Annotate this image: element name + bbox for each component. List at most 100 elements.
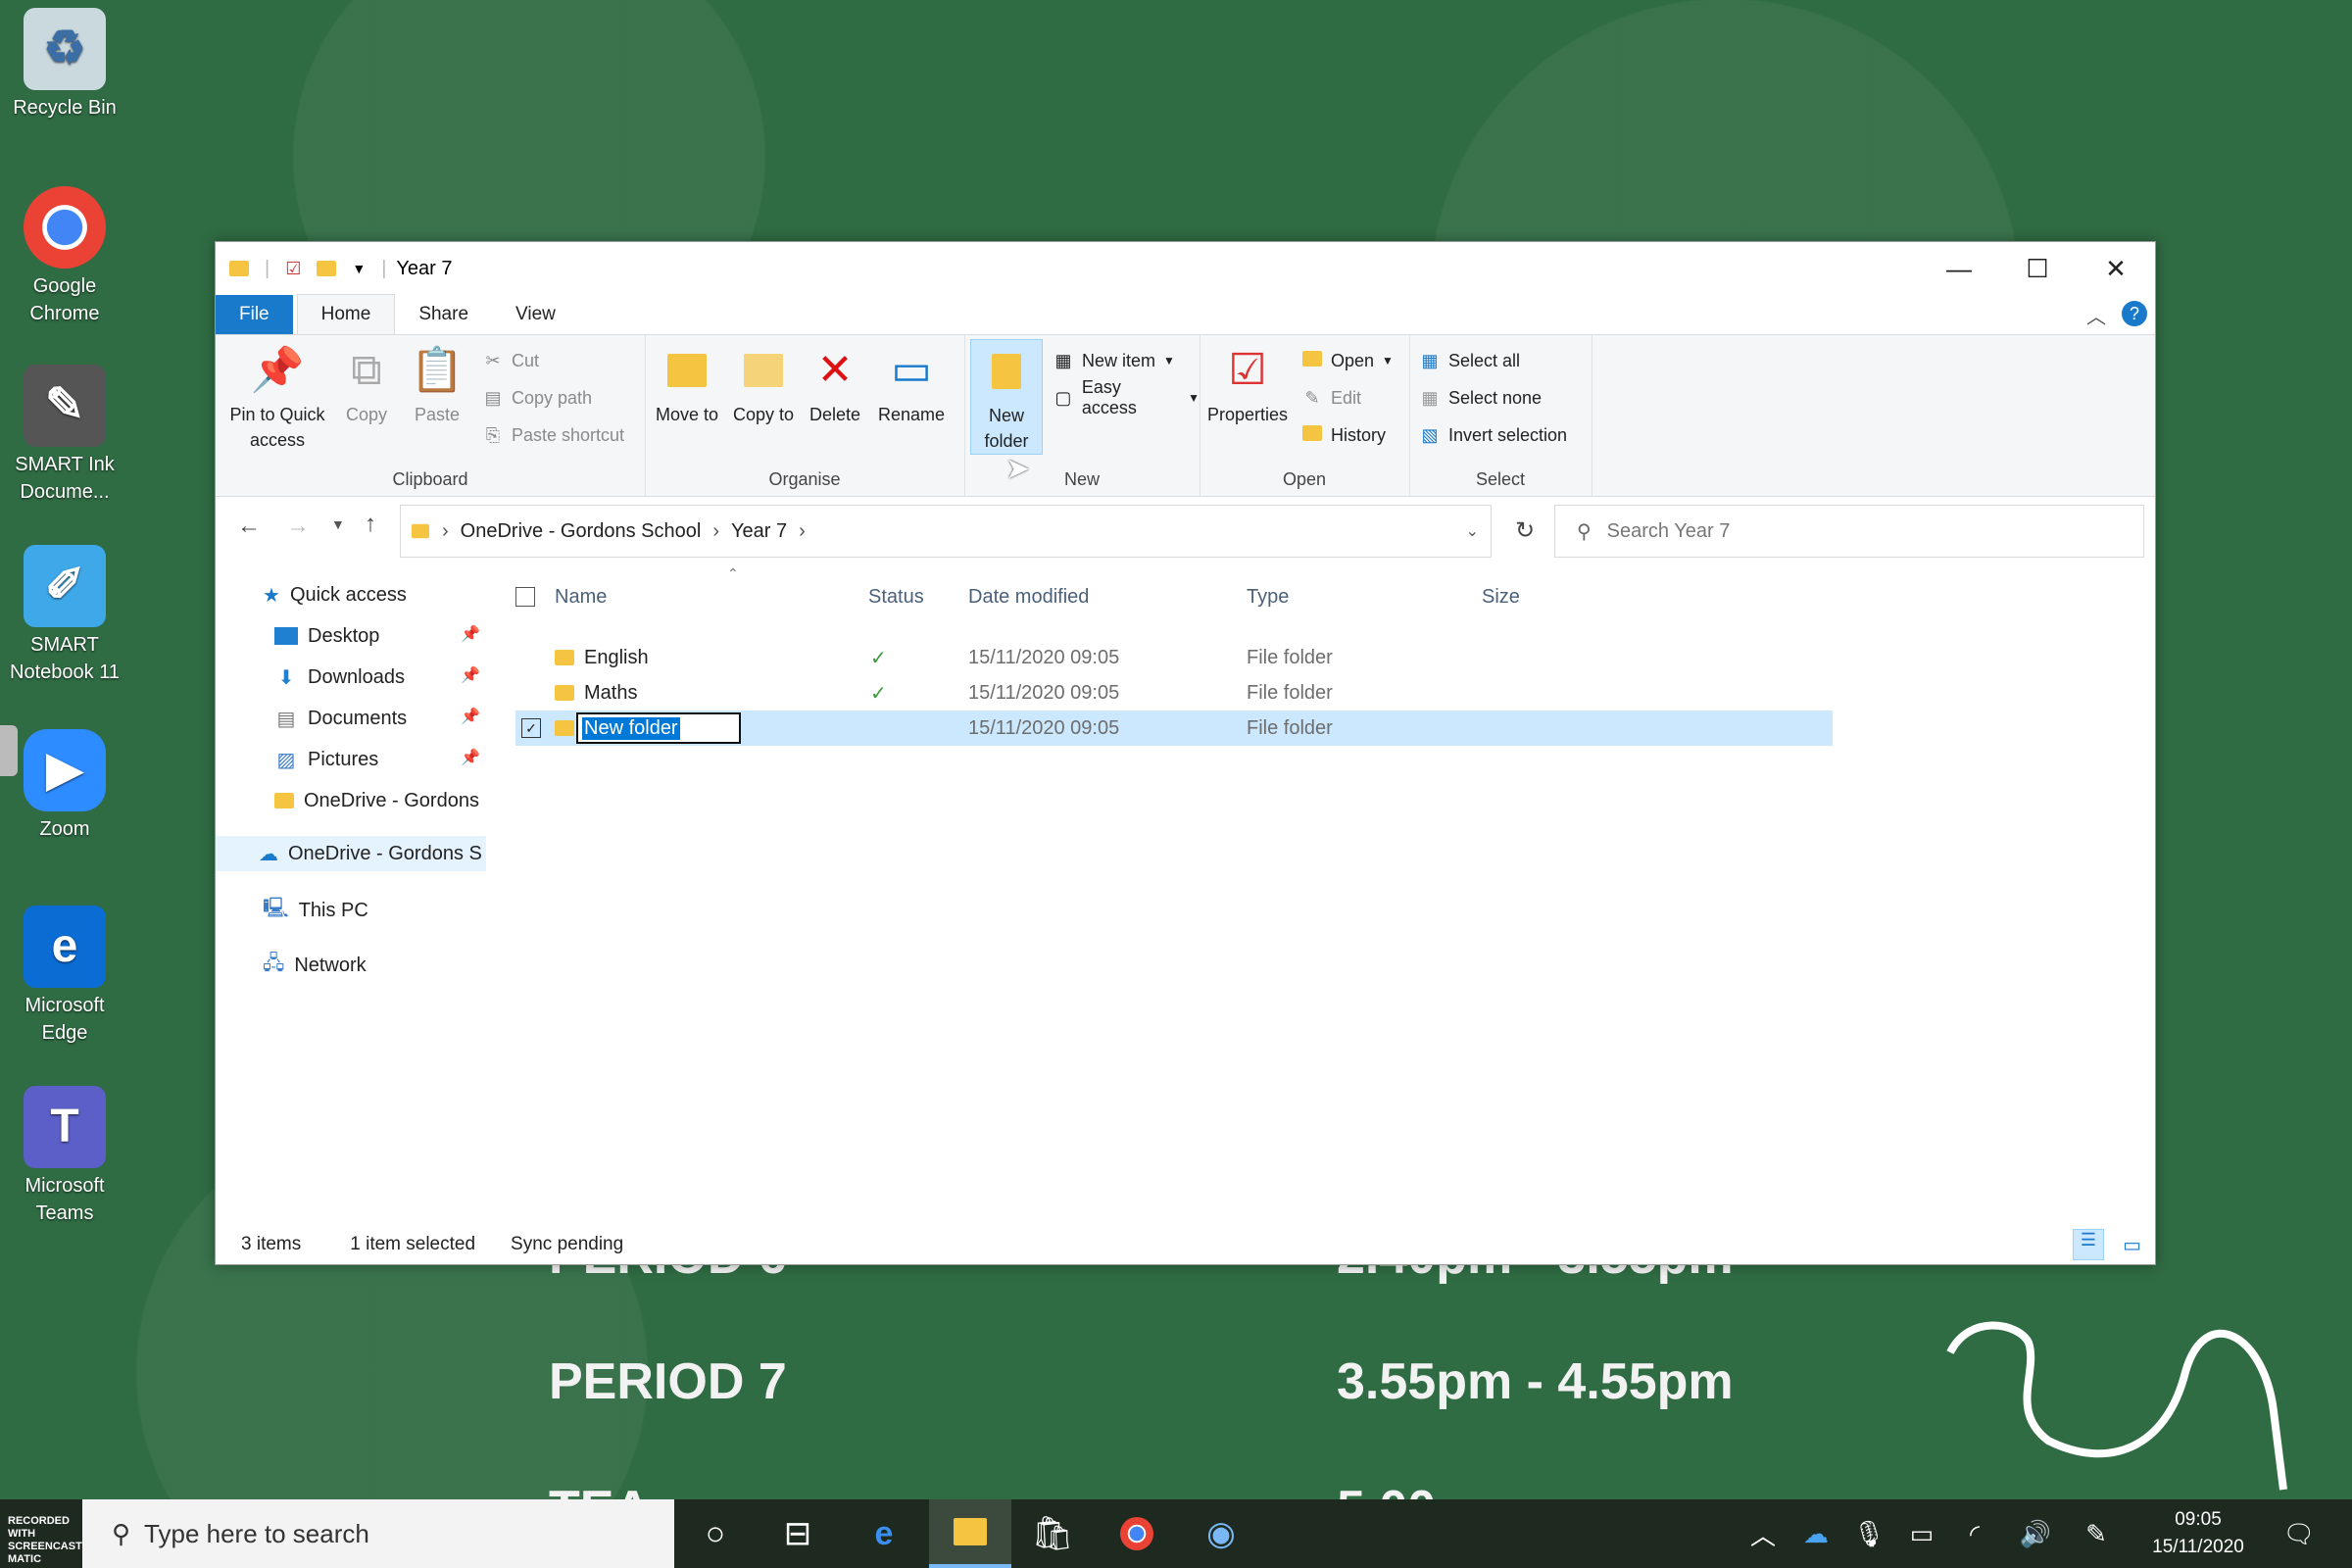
file-row-english[interactable]: English ✓ 15/11/2020 09:05 File folder	[515, 640, 1833, 675]
column-header-status[interactable]: Status	[868, 579, 924, 614]
rename-button[interactable]: ▭ Rename	[872, 343, 951, 427]
nav-network[interactable]: 🖧 Network	[263, 948, 367, 983]
paste-button[interactable]: 📋 Paste	[408, 343, 466, 427]
move-to-button[interactable]: Move to	[653, 343, 721, 427]
rename-input[interactable]: New folder	[576, 712, 741, 744]
clock[interactable]: 09:05 15/11/2020	[2134, 1499, 2262, 1568]
desktop-icon-teams[interactable]: T Microsoft Teams	[0, 1086, 129, 1227]
cortana-icon[interactable]: ○	[674, 1499, 757, 1568]
nav-onedrive[interactable]: ☁ OneDrive - Gordons S	[216, 836, 486, 871]
microphone-icon[interactable]: 🎙	[1844, 1499, 1893, 1568]
wallpaper-period7-time: 3.55pm - 4.55pm	[1337, 1353, 1734, 1410]
copy-to-button[interactable]: Copy to	[729, 343, 798, 427]
cut-button[interactable]: ✂ Cut	[482, 345, 539, 376]
store-icon[interactable]: 🛍	[1011, 1499, 1094, 1568]
up-arrow-icon[interactable]: ↑	[365, 511, 376, 538]
tab-share[interactable]: Share	[395, 295, 492, 334]
minimize-button[interactable]: —	[1920, 242, 1998, 295]
action-center-icon[interactable]: 🗨	[2270, 1499, 2328, 1568]
pin-icon[interactable]: 📌	[461, 707, 480, 726]
details-view-icon[interactable]: ☰	[2073, 1229, 2104, 1260]
new-folder-icon[interactable]	[317, 261, 337, 276]
help-icon[interactable]: ?	[2122, 301, 2147, 326]
open-button[interactable]: Open ▼	[1301, 345, 1394, 376]
easy-access-button[interactable]: ▢ Easy access ▼	[1053, 377, 1200, 417]
screencast-recorder-icon[interactable]: ◉	[1180, 1499, 1262, 1568]
address-dropdown-icon[interactable]: ⌄	[1466, 521, 1479, 541]
desktop-icon-edge[interactable]: e Microsoft Edge	[0, 906, 129, 1047]
file-row-new-folder[interactable]: ✓ New folder 15/11/2020 09:05 File folde…	[515, 710, 1833, 746]
wifi-icon[interactable]: ◜	[1950, 1499, 1999, 1568]
show-hidden-icons-icon[interactable]: ︿	[1739, 1499, 1788, 1568]
desktop-icon-smart-ink[interactable]: ✎ SMART Ink Docume...	[0, 365, 129, 506]
onedrive-tray-icon[interactable]: ☁	[1791, 1499, 1840, 1568]
search-input[interactable]: Search Year 7	[1607, 520, 1731, 543]
chevron-down-icon[interactable]: ▼	[352, 261, 366, 276]
pin-icon[interactable]: 📌	[461, 748, 480, 767]
nav-downloads[interactable]: ⬇ Downloads	[274, 660, 405, 695]
nav-onedrive-quick[interactable]: OneDrive - Gordons	[274, 783, 486, 818]
tab-view[interactable]: View	[492, 295, 579, 334]
column-header-size[interactable]: Size	[1482, 579, 1520, 614]
edge-handle[interactable]	[0, 725, 18, 776]
task-view-icon[interactable]: ⊟	[757, 1499, 839, 1568]
delete-button[interactable]: ✕ Delete	[806, 343, 864, 427]
search-box[interactable]: ⚲ Search Year 7	[1554, 505, 2144, 558]
edit-button[interactable]: ✎ Edit	[1301, 382, 1361, 414]
edge-taskbar-icon[interactable]: e	[843, 1499, 925, 1568]
properties-button[interactable]: ☑ Properties	[1205, 343, 1290, 427]
new-folder-button[interactable]: New folder	[970, 339, 1043, 455]
address-bar[interactable]: › OneDrive - Gordons School › Year 7 › ⌄	[400, 505, 1492, 558]
desktop-icon-smart-notebook[interactable]: ✐ SMART Notebook 11	[0, 545, 129, 686]
properties-icon[interactable]: ☑	[285, 259, 301, 279]
select-all-button[interactable]: ▦ Select all	[1419, 345, 1520, 376]
desktop-icon-recycle-bin[interactable]: ♻ Recycle Bin	[0, 8, 129, 122]
nav-label: Documents	[308, 707, 408, 729]
taskbar-search-box[interactable]: ⚲ Type here to search	[82, 1499, 674, 1568]
nav-pictures[interactable]: ▨ Pictures	[274, 742, 379, 777]
desktop-icon-chrome[interactable]: Google Chrome	[0, 186, 129, 327]
recent-locations-chevron-icon[interactable]: ▼	[331, 516, 345, 532]
back-arrow-icon[interactable]: ←	[237, 513, 261, 540]
copy-path-button[interactable]: ▤ Copy path	[482, 382, 592, 414]
paste-shortcut-button[interactable]: ⎘ Paste shortcut	[482, 419, 624, 451]
nav-quick-access[interactable]: ★ Quick access	[263, 577, 407, 612]
nav-documents[interactable]: ▤ Documents	[274, 701, 408, 736]
taskbar-search-input[interactable]: Type here to search	[144, 1519, 369, 1549]
tab-home[interactable]: Home	[296, 294, 396, 334]
history-button[interactable]: History	[1301, 419, 1386, 451]
collapse-ribbon-icon[interactable]: ︿	[2086, 301, 2106, 329]
breadcrumb-year7[interactable]: Year 7	[731, 520, 787, 543]
breadcrumb-onedrive[interactable]: OneDrive - Gordons School	[461, 520, 702, 543]
copy-button[interactable]: ⧉ Copy	[337, 343, 396, 427]
row-checkbox[interactable]: ✓	[521, 710, 541, 746]
tab-file[interactable]: File	[216, 295, 293, 334]
pen-workspace-icon[interactable]: ✎	[2072, 1499, 2121, 1568]
column-header-name[interactable]: Name	[555, 579, 849, 614]
select-none-button[interactable]: ▦ Select none	[1419, 382, 1542, 414]
file-explorer-taskbar-icon[interactable]	[929, 1499, 1011, 1568]
volume-icon[interactable]: 🔊	[2011, 1499, 2060, 1568]
pin-to-quick-access-button[interactable]: 📌 Pin to Quick access	[225, 343, 329, 453]
pictures-icon: ▨	[276, 749, 296, 771]
close-button[interactable]: ✕	[2077, 242, 2155, 295]
column-header-type[interactable]: Type	[1247, 579, 1289, 614]
separator: |	[381, 257, 387, 279]
refresh-icon[interactable]: ↻	[1501, 505, 1548, 556]
nav-this-pc[interactable]: 🖳 This PC	[263, 893, 368, 928]
breadcrumb-separator-icon[interactable]: ›	[799, 520, 806, 543]
large-icons-view-icon[interactable]: ▭	[2123, 1233, 2141, 1257]
file-row-maths[interactable]: Maths ✓ 15/11/2020 09:05 File folder	[515, 675, 1833, 710]
column-header-date-modified[interactable]: Date modified	[968, 579, 1089, 614]
new-item-button[interactable]: ▦ New item ▼	[1053, 345, 1174, 376]
forward-arrow-icon[interactable]: →	[286, 513, 310, 540]
select-all-checkbox[interactable]	[515, 579, 535, 614]
invert-selection-button[interactable]: ▧ Invert selection	[1419, 419, 1567, 451]
pin-icon[interactable]: 📌	[461, 665, 480, 685]
pin-icon[interactable]: 📌	[461, 624, 480, 644]
maximize-button[interactable]: ☐	[1998, 242, 2077, 295]
chrome-taskbar-icon[interactable]	[1096, 1499, 1178, 1568]
battery-icon[interactable]: ▭	[1897, 1499, 1946, 1568]
desktop-icon-zoom[interactable]: ▶ Zoom	[0, 729, 129, 843]
nav-desktop[interactable]: Desktop	[274, 618, 379, 654]
